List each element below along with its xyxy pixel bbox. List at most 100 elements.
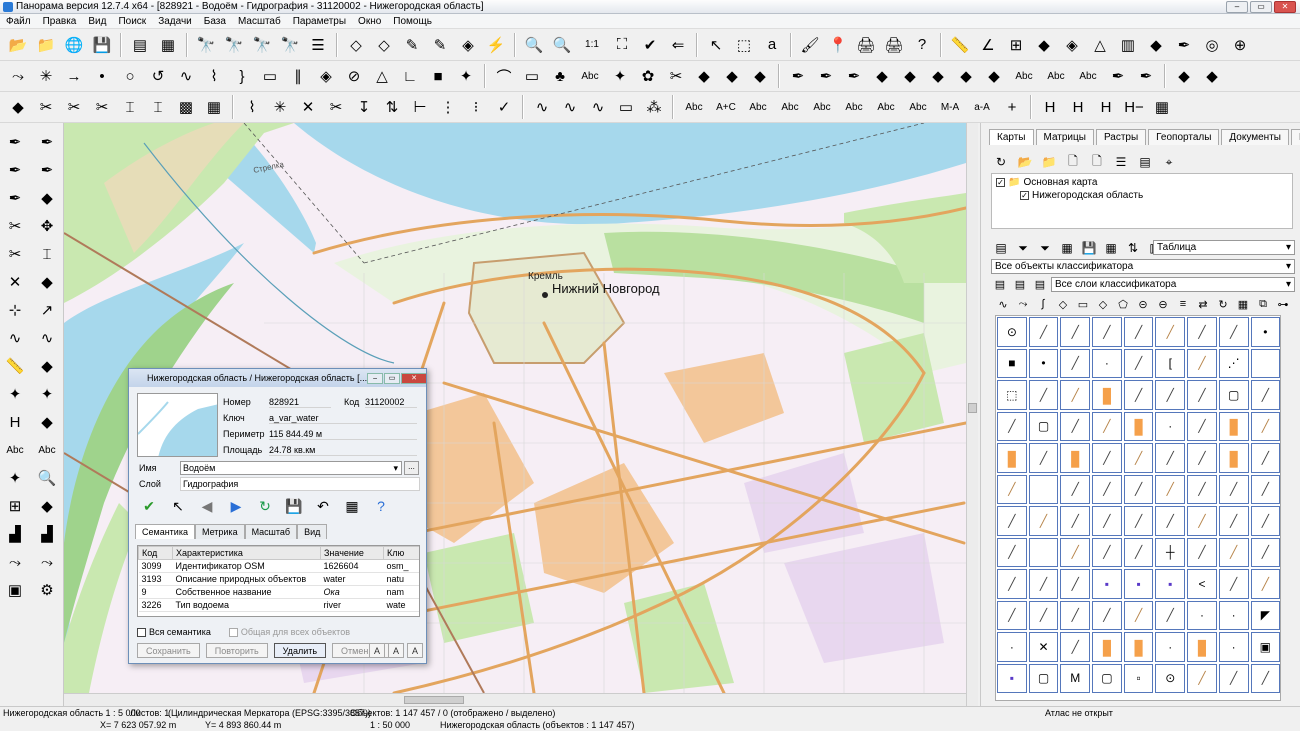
zoom-object-icon[interactable]: 🔍 (33, 465, 61, 491)
poly-type-icon[interactable]: ⬠ (1116, 297, 1130, 311)
palette-symbol[interactable]: ▢ (1028, 411, 1059, 441)
triangle-icon[interactable]: △ (1087, 33, 1113, 57)
move-cross-icon[interactable]: ✥ (33, 213, 61, 239)
diamond-move-icon[interactable]: ◆ (5, 95, 31, 119)
wave-arrow2-icon[interactable]: ⤳ (33, 549, 61, 575)
palette-symbol[interactable]: ╱ (1028, 600, 1059, 630)
palette-symbol[interactable]: ╱ (1123, 506, 1154, 536)
height-h-icon[interactable]: H (1, 409, 29, 435)
pencil-remove-icon[interactable]: ✎ (427, 33, 453, 57)
menu-item[interactable]: Правка (37, 16, 83, 27)
save-icon[interactable]: 💾 (89, 33, 115, 57)
lightning-icon[interactable]: ⚡ (483, 33, 509, 57)
diamond-multi-icon[interactable]: ◆ (897, 64, 923, 88)
palette-symbol[interactable]: ╱ (1250, 506, 1280, 536)
layers-settings-icon[interactable]: ▦ (155, 33, 181, 57)
palette-symbol[interactable]: ▮ (1123, 632, 1154, 662)
tab-2[interactable]: Растры (1095, 129, 1147, 145)
menu-item[interactable]: Вид (82, 16, 112, 27)
view-mode-select[interactable]: Таблица ▾ (1153, 240, 1295, 255)
palette-symbol[interactable]: M (1060, 663, 1091, 693)
star-split-icon[interactable]: ✳ (33, 64, 59, 88)
filter-edit-icon[interactable]: ⏷ (1036, 239, 1054, 257)
arrows-icon[interactable]: ⇄ (1196, 297, 1210, 311)
menu-item[interactable]: Масштаб (232, 16, 287, 27)
binoculars-a-icon[interactable]: 🔭 (221, 33, 247, 57)
palette-symbol[interactable]: ▮ (1123, 411, 1154, 441)
torch-c-icon[interactable]: ✦ (1, 465, 29, 491)
height-grid-icon[interactable]: ▦ (1149, 95, 1175, 119)
save-list-icon[interactable]: 💾 (1080, 239, 1098, 257)
edit-doc-icon[interactable]: ▦ (341, 496, 363, 516)
tree-child[interactable]: ✓ Нижегородская область (996, 189, 1288, 202)
zoom-out-icon[interactable]: 🔍 (521, 33, 547, 57)
palette-symbol[interactable]: ▪ (1092, 569, 1122, 599)
node-bars-icon[interactable]: ⌶ (117, 95, 143, 119)
palette-symbol[interactable]: ╱ (1187, 348, 1217, 378)
palette-symbol[interactable]: ╱ (1092, 600, 1122, 630)
objects-filter-select[interactable]: Все объекты классификатора ▾ (991, 259, 1295, 274)
select-text-icon[interactable]: a (759, 33, 785, 57)
scissors-red-icon[interactable]: ✂ (663, 64, 689, 88)
stairs2-icon[interactable]: ▟ (33, 521, 61, 547)
fit-window-icon[interactable]: ⛶ (609, 33, 635, 57)
torch-b-icon[interactable]: ✦ (33, 381, 61, 407)
palette-symbol[interactable]: ╱ (1060, 600, 1091, 630)
binoculars-next-icon[interactable]: 🔭 (249, 33, 275, 57)
layers-blue-icon[interactable]: ◆ (1143, 33, 1169, 57)
diamond-green-icon[interactable]: ◆ (869, 64, 895, 88)
link-icon[interactable]: ⧉ (1256, 297, 1270, 311)
pen-blue-icon[interactable]: ✒ (1, 129, 29, 155)
pen-icon[interactable]: ✒ (1171, 33, 1197, 57)
line-wave2-icon[interactable]: ∿ (33, 325, 61, 351)
binoculars-icon[interactable]: 🔭 (193, 33, 219, 57)
palette-symbol[interactable]: ╱ (1092, 411, 1122, 441)
palette-symbol[interactable]: ╱ (1218, 569, 1249, 599)
map-horizontal-scrollbar[interactable] (64, 693, 966, 706)
tab-0[interactable]: Карты (989, 129, 1034, 145)
layers-move-icon[interactable]: ◆ (33, 185, 61, 211)
palette-symbol[interactable]: · (1155, 411, 1186, 441)
sort-icon[interactable]: ⇅ (1124, 239, 1142, 257)
diamond-x-icon[interactable]: ◆ (925, 64, 951, 88)
list-icon[interactable]: ☰ (305, 33, 331, 57)
palette-symbol[interactable]: ╱ (1028, 506, 1059, 536)
menu-item[interactable]: База (198, 16, 232, 27)
palette-symbol[interactable]: · (997, 632, 1027, 662)
palette-symbol[interactable] (1250, 348, 1280, 378)
palette-symbol[interactable]: ╱ (1250, 474, 1280, 504)
map-thumb-icon[interactable]: ▩ (173, 95, 199, 119)
label-wave2-icon[interactable]: Abc (807, 95, 837, 119)
palette-symbol[interactable]: ╱ (1060, 537, 1091, 567)
globe-add-icon[interactable]: 🌐 (61, 33, 87, 57)
loop-icon[interactable]: ↺ (145, 64, 171, 88)
ring2-type-icon[interactable]: ⊖ (1156, 297, 1170, 311)
palette-symbol[interactable]: ▪ (1123, 569, 1154, 599)
palette-symbol[interactable]: ✕ (1028, 632, 1059, 662)
node-bars2-icon[interactable]: ⌶ (145, 95, 171, 119)
height-minus-icon[interactable]: H− (1121, 95, 1147, 119)
angle-icon[interactable]: ∠ (975, 33, 1001, 57)
matrix-icon[interactable]: ▦ (1236, 297, 1250, 311)
palette-symbol[interactable]: ⊙ (997, 317, 1027, 347)
height-add-icon[interactable]: H (1065, 95, 1091, 119)
node-right-icon[interactable]: → (61, 64, 87, 88)
checkbox[interactable] (228, 627, 238, 637)
file-add-icon[interactable]: 🗋 (1064, 153, 1082, 171)
palette-symbol[interactable]: ╱ (1028, 443, 1059, 473)
wave-arrow-icon[interactable]: ⤳ (1, 549, 29, 575)
eraser-icon[interactable]: ◇ (343, 33, 369, 57)
pin-icon[interactable]: 📍 (825, 33, 851, 57)
palette-symbol[interactable]: ╱ (997, 537, 1027, 567)
palette-symbol[interactable]: ▢ (1028, 663, 1059, 693)
pen-e-icon[interactable]: ✒ (1133, 64, 1159, 88)
table-header[interactable]: Значение (320, 546, 384, 560)
repeat-button[interactable]: Повторить (205, 643, 268, 658)
menu-item[interactable]: Параметры (287, 16, 352, 27)
palette-symbol[interactable]: ╱ (1060, 348, 1091, 378)
label-strike-icon[interactable]: Abc (743, 95, 773, 119)
save-button[interactable]: Сохранить (137, 643, 200, 658)
dialog-tab-1[interactable]: Метрика (194, 524, 245, 539)
palette-symbol[interactable]: ▣ (1250, 632, 1280, 662)
list-view-icon[interactable]: ☰ (1112, 153, 1130, 171)
